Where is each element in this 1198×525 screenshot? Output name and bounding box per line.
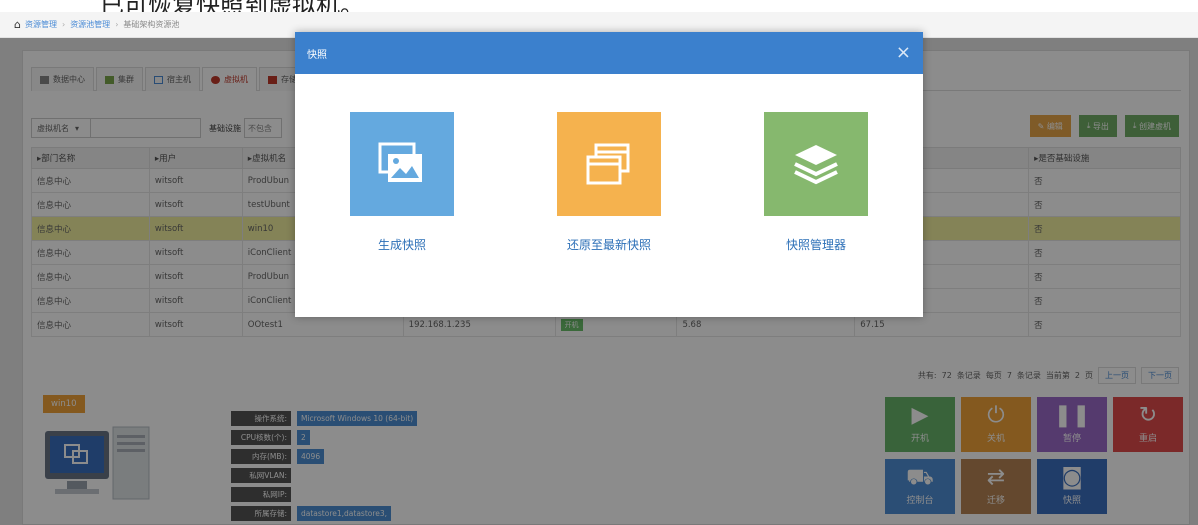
snapshot-manager-option[interactable]: 快照管理器: [764, 112, 868, 253]
image-icon: [378, 142, 422, 182]
home-icon[interactable]: ⌂: [14, 18, 21, 31]
restore-latest-snapshot-option[interactable]: 还原至最新快照: [557, 112, 661, 253]
create-snapshot-tile[interactable]: [350, 112, 454, 216]
restore-latest-snapshot-tile[interactable]: [557, 112, 661, 216]
modal-header: 快照 ×: [295, 32, 923, 74]
snapshot-modal: 快照 × 生成快照 还原至最新快照 快照管理器: [295, 32, 923, 317]
chevron-right-icon: ›: [115, 20, 119, 29]
create-snapshot-option[interactable]: 生成快照: [350, 112, 454, 253]
breadcrumb-item[interactable]: 资源池管理: [70, 19, 110, 30]
chevron-right-icon: ›: [61, 20, 66, 29]
breadcrumb-item-current: 基础架构资源池: [123, 20, 180, 29]
snapshot-manager-tile[interactable]: [764, 112, 868, 216]
snapshot-manager-label[interactable]: 快照管理器: [786, 236, 846, 253]
breadcrumb-item[interactable]: 资源管理: [25, 19, 57, 30]
create-snapshot-label[interactable]: 生成快照: [378, 236, 426, 253]
restore-latest-snapshot-label[interactable]: 还原至最新快照: [567, 236, 651, 253]
modal-body: 生成快照 还原至最新快照 快照管理器: [295, 74, 923, 317]
close-icon[interactable]: ×: [896, 44, 911, 62]
modal-title: 快照: [307, 49, 327, 61]
page-header-text: 已可恢复快照到虚拟机。: [100, 0, 364, 12]
layers-icon: [794, 145, 838, 185]
windows-stack-icon: [586, 143, 630, 185]
page-header: 已可恢复快照到虚拟机。: [0, 0, 1198, 12]
